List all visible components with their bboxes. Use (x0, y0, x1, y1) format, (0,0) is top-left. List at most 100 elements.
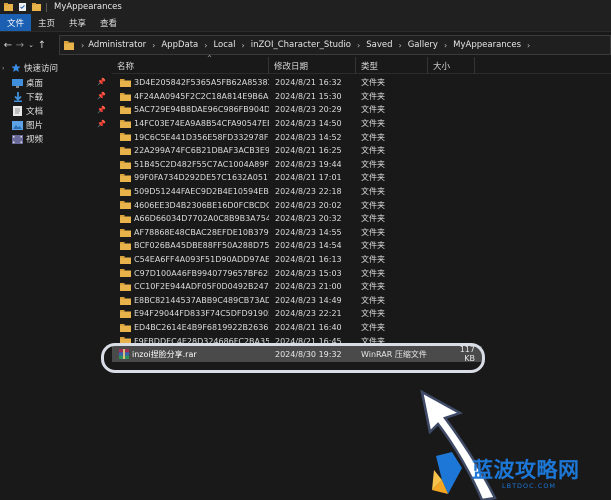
file-date: 2024/8/23 22:18 (275, 187, 342, 197)
properties-icon[interactable] (18, 3, 27, 11)
file-rows: 3D4E205842F5365A5FB62A85383ABD... 2024/8/… (112, 76, 611, 361)
table-row[interactable]: E94F29044FD833F74C5DFD91905C5B... 2024/8/… (112, 307, 611, 321)
nav-downloads[interactable]: 下载 📌 (0, 90, 112, 104)
navigation-pane: › 快速访问 桌面 📌 下载 📌 文档 📌 图片 📌 视频 (0, 60, 112, 500)
column-header-type[interactable]: 类型 (356, 57, 428, 74)
table-row[interactable]: 22A299A74FC6B21DBAF3ACB3E951E... 2024/8/2… (112, 144, 611, 158)
file-date: 2024/8/23 20:32 (275, 214, 342, 224)
forward-arrow-icon: → (15, 39, 25, 51)
file-name: ED4BC2614E4B9F6819922B26362CA... (134, 322, 269, 332)
up-arrow-icon: ↑ (37, 39, 47, 51)
folder-icon (120, 323, 131, 332)
table-row[interactable]: 99F0FA734D292DE57C1632A0517E2C... 2024/8/… (112, 171, 611, 185)
table-row[interactable]: AF78868E48CBAC28EFDE10B3794BF3... 2024/8/… (112, 226, 611, 240)
file-type: 文件夹 (361, 336, 385, 346)
pictures-icon (12, 120, 23, 130)
file-type: 文件夹 (361, 295, 385, 305)
column-header-size[interactable]: 大小 (428, 57, 475, 74)
file-name: CC10F2E944ADF05F0D0492B2474CE0... (134, 282, 269, 292)
table-row[interactable]: 4606EE3D4B2306BE16D0FCBCDCB10... 2024/8/2… (112, 198, 611, 212)
table-row[interactable]: BCF026BA45DBE88FF50A288D756B1... 2024/8/2… (112, 239, 611, 253)
table-row[interactable]: 19C6C5E441D356E58FD332978F384F... 2024/8/… (112, 130, 611, 144)
table-row[interactable]: CC10F2E944ADF05F0D0492B2474CE0... 2024/8/… (112, 280, 611, 294)
nav-desktop[interactable]: 桌面 📌 (0, 76, 112, 90)
nav-downloads-label: 下载 (26, 93, 44, 103)
nav-quick-access[interactable]: › 快速访问 (0, 60, 112, 76)
breadcrumb-saved[interactable]: Saved (366, 40, 392, 50)
table-row[interactable]: 14FC03E74EA9A8B54CFA90547EB2... 2024/8/23… (112, 117, 611, 131)
tab-home[interactable]: 主页 (31, 14, 62, 31)
back-arrow-icon: ← (3, 39, 13, 51)
column-header-type-label: 类型 (361, 61, 379, 72)
selected-file-row[interactable]: inzoi捏脸分享.rar 2024/8/30 19:32 WinRAR 压缩文… (112, 345, 482, 363)
file-date: 2024/8/21 17:01 (275, 173, 342, 183)
table-row[interactable]: A66D66034D7702A0C8B9B3A754D61... 2024/8/2… (112, 212, 611, 226)
file-type: 文件夹 (361, 241, 385, 251)
back-button[interactable]: ← (2, 35, 14, 55)
breadcrumb-administrator[interactable]: Administrator (88, 40, 146, 50)
table-row[interactable]: 4F24AA0945F2C2C18A814E9B6AEBC6... 2024/8/… (112, 90, 611, 104)
file-name: A66D66034D7702A0C8B9B3A754D61... (134, 214, 269, 224)
file-date: 2024/8/21 16:13 (275, 255, 342, 265)
table-row[interactable]: ED4BC2614E4B9F6819922B26362CA... 2024/8/2… (112, 321, 611, 335)
file-name: 4F24AA0945F2C2C18A814E9B6AEBC6... (134, 91, 269, 101)
nav-videos[interactable]: 视频 (0, 132, 112, 146)
tab-share[interactable]: 共享 (62, 14, 93, 31)
file-type: 文件夹 (361, 268, 385, 278)
folder-icon (120, 133, 131, 142)
tab-view[interactable]: 查看 (93, 14, 124, 31)
pin-icon[interactable]: 📌 (97, 106, 106, 114)
table-row[interactable]: 3D4E205842F5365A5FB62A85383ABD... 2024/8/… (112, 76, 611, 90)
table-row[interactable]: 509D51244FAEC9D2B4E10594EB42EE... 2024/8/… (112, 185, 611, 199)
window-title: MyAppearances (54, 2, 122, 12)
breadcrumb-gallery[interactable]: Gallery (408, 40, 438, 50)
nav-pictures[interactable]: 图片 📌 (0, 118, 112, 132)
desktop-icon (12, 78, 23, 88)
breadcrumb-inzoi-character-studio[interactable]: inZOI_Character_Studio (251, 40, 351, 50)
breadcrumb-local[interactable]: Local (213, 40, 235, 50)
pin-icon[interactable]: 📌 (97, 120, 106, 128)
table-row[interactable]: C97D100A46FB9940779657BF62FA60... 2024/8/… (112, 266, 611, 280)
column-header-date-label: 修改日期 (274, 61, 309, 72)
expand-caret-icon[interactable]: › (2, 65, 10, 72)
file-date: 2024/8/21 16:25 (275, 146, 342, 156)
file-name: C54EA6FF4A093F51D90ADD97AE144... (134, 255, 269, 265)
table-row[interactable]: 5AC729E94B8DAE96C986FB904D125... 2024/8/2… (112, 103, 611, 117)
recent-locations-button[interactable]: ⌄ (26, 35, 36, 55)
table-row[interactable]: C54EA6FF4A093F51D90ADD97AE144... 2024/8/2… (112, 253, 611, 267)
table-row[interactable]: E8BC82144537ABB9C489CB73ADB4... 2024/8/23… (112, 294, 611, 308)
title-separator (46, 2, 47, 12)
table-row[interactable]: 51B45C2D482F55C7AC1004A89F794B... 2024/8/… (112, 158, 611, 172)
nav-documents[interactable]: 文档 📌 (0, 104, 112, 118)
folder-icon (4, 3, 13, 11)
selected-file-name: inzoi捏脸分享.rar (132, 349, 197, 359)
pin-icon[interactable]: 📌 (97, 92, 106, 100)
up-button[interactable]: ↑ (36, 35, 48, 55)
breadcrumb-myappearances[interactable]: MyAppearances (453, 40, 521, 50)
file-name: BCF026BA45DBE88FF50A288D756B1... (134, 241, 269, 251)
folder-icon (120, 146, 131, 155)
folder-icon (120, 187, 131, 196)
file-type: 文件夹 (361, 214, 385, 224)
folder-icon (120, 269, 131, 278)
folder-icon (120, 106, 131, 115)
new-folder-icon[interactable] (32, 3, 41, 11)
file-type: 文件夹 (361, 146, 385, 156)
breadcrumb-appdata[interactable]: AppData (161, 40, 198, 50)
file-type: 文件夹 (361, 105, 385, 115)
pin-icon[interactable]: 📌 (97, 78, 106, 86)
file-date: 2024/8/23 14:50 (275, 119, 342, 129)
address-bar[interactable]: › Administrator › AppData › Local › inZO… (59, 35, 611, 55)
column-header-size-label: 大小 (433, 61, 451, 72)
column-header-date[interactable]: 修改日期 (269, 57, 356, 74)
folder-icon (120, 160, 131, 169)
folder-icon (120, 92, 131, 101)
column-header-name[interactable]: 名称 (112, 57, 269, 74)
file-date: 2024/8/23 14:49 (275, 295, 342, 305)
file-date: 2024/8/23 20:02 (275, 200, 342, 210)
forward-button[interactable]: → (14, 35, 26, 55)
file-name: 4606EE3D4B2306BE16D0FCBCDCB10... (134, 200, 269, 210)
tab-file[interactable]: 文件 (0, 14, 32, 31)
nav-quick-access-label: 快速访问 (24, 64, 59, 74)
file-type: 文件夹 (361, 309, 385, 319)
